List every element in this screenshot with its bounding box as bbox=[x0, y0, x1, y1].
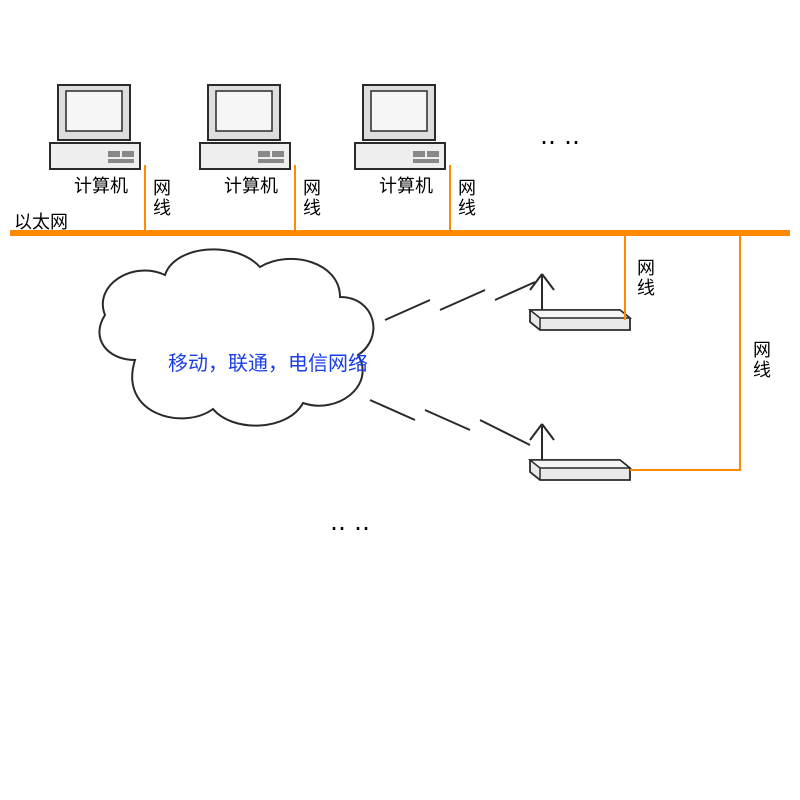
computer-label: 计算机 bbox=[379, 172, 433, 198]
ellipsis-label: ‥‥ bbox=[540, 122, 588, 151]
ellipsis-label: ‥‥ bbox=[330, 508, 378, 537]
computer-icon bbox=[355, 85, 445, 169]
computer-icon bbox=[50, 85, 140, 169]
ethernet-bus bbox=[10, 230, 790, 236]
modem-icon bbox=[530, 274, 630, 330]
cable-label: 网线 bbox=[148, 178, 174, 218]
modem-icon bbox=[530, 424, 630, 480]
computer-label: 计算机 bbox=[74, 172, 128, 198]
cable-label: 网线 bbox=[453, 178, 479, 218]
ethernet-label: 以太网 bbox=[14, 208, 68, 234]
cable-label: 网线 bbox=[298, 178, 324, 218]
cable-label: 网线 bbox=[748, 340, 774, 380]
cloud-icon bbox=[99, 249, 373, 425]
wireless-link bbox=[370, 400, 530, 445]
wireless-link bbox=[385, 282, 535, 320]
computer-icon bbox=[200, 85, 290, 169]
computer-label: 计算机 bbox=[224, 172, 278, 198]
diagram-svg bbox=[0, 0, 800, 800]
cable-label: 网线 bbox=[632, 258, 658, 298]
network-diagram: 计算机 网线 计算机 网线 计算机 网线 ‥‥ 以太网 移动，联通，电信网络 网… bbox=[0, 0, 800, 800]
cloud-label: 移动，联通，电信网络 bbox=[168, 347, 368, 376]
